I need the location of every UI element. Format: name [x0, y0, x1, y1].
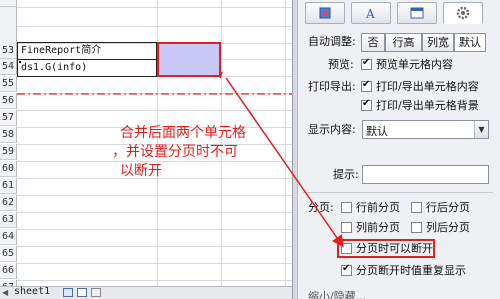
tab-other-attributes[interactable]	[443, 2, 483, 24]
hint-label: 提示:	[333, 168, 359, 181]
panel-divider[interactable]	[293, 0, 298, 299]
sheet-nav-icon[interactable]: ◀	[2, 288, 8, 297]
row-divider	[17, 246, 292, 247]
display-content-select[interactable]: 默认 ▼	[362, 120, 489, 139]
svg-text:A: A	[365, 7, 375, 21]
repeat-on-break-label: 分页断开时值重复显示	[356, 264, 466, 277]
page-break-line	[17, 93, 292, 95]
auto-adjust-no-button[interactable]: 否	[361, 33, 385, 52]
page-before-row-checkbox[interactable]	[341, 202, 352, 213]
display-content-value: 默认	[366, 125, 388, 138]
page-before-row-label: 行前分页	[356, 201, 400, 214]
tab-font[interactable]: A	[351, 2, 391, 24]
pagination-label: 分页:	[308, 201, 334, 214]
add-sheet-icon[interactable]	[63, 288, 73, 297]
auto-adjust-col-width-button[interactable]: 列宽	[422, 33, 454, 52]
sheet-tab-bar: ◀ sheet1	[0, 286, 292, 299]
row-divider	[17, 110, 292, 111]
row-header-59[interactable]: 59	[0, 144, 17, 160]
print-content-label: 打印/导出单元格内容	[376, 80, 479, 93]
cell-marker-icon	[19, 61, 21, 63]
tab-widget[interactable]	[397, 2, 437, 24]
row-header-55[interactable]: 55	[0, 76, 17, 92]
row-divider	[17, 229, 292, 230]
row-header-partial[interactable]	[0, 0, 17, 7]
repeat-on-break-checkbox[interactable]	[341, 263, 352, 276]
print-background-label: 打印/导出单元格背景	[376, 99, 479, 112]
annotation-line-2: ，并设置分页时不可	[112, 144, 238, 160]
style-icon	[319, 7, 331, 19]
widget-icon	[410, 7, 424, 19]
delete-sheet-icon[interactable]	[91, 288, 101, 297]
page-after-row-label: 行后分页	[426, 201, 470, 214]
more-section-label: 缩小/隐藏...	[308, 290, 367, 299]
tab-style[interactable]	[305, 2, 345, 24]
row-header-66[interactable]: 66	[0, 263, 17, 279]
row-divider	[17, 212, 292, 213]
row-divider	[17, 280, 292, 281]
row-header-filler	[0, 7, 17, 43]
print-content-checkbox[interactable]	[361, 79, 372, 92]
preview-option-label: 预览单元格内容	[376, 58, 453, 71]
page-before-col-checkbox[interactable]	[341, 222, 352, 233]
spreadsheet-grid[interactable]: 53 54 55 56 57 58 59 60 61 62 63 64 65 6…	[0, 0, 292, 286]
row-header-60[interactable]: 60	[0, 161, 17, 177]
page-after-col-checkbox[interactable]	[411, 222, 422, 233]
preview-checkbox[interactable]	[361, 57, 372, 70]
sheet-tab[interactable]: sheet1	[14, 286, 50, 297]
break-on-page-label: 分页时可以断开	[356, 242, 433, 255]
row-header-65[interactable]: 65	[0, 246, 17, 262]
insert-sheet-icon[interactable]	[77, 288, 87, 297]
annotation-line-1: 合并后面两个单元格	[120, 125, 246, 141]
row-header-62[interactable]: 62	[0, 195, 17, 211]
cell-a53[interactable]: FineReport简介	[21, 43, 101, 59]
row-header-64[interactable]: 64	[0, 229, 17, 245]
print-export-label: 打印导出:	[308, 80, 356, 93]
break-on-page-checkbox[interactable]	[341, 243, 352, 254]
row-divider	[17, 7, 292, 8]
preview-label: 预览:	[328, 58, 354, 71]
row-header-56[interactable]: 56	[0, 93, 17, 109]
row-header-63[interactable]: 63	[0, 212, 17, 228]
row-divider	[17, 26, 292, 27]
row-divider	[17, 263, 292, 264]
chevron-down-icon: ▼	[474, 121, 488, 138]
page-before-col-label: 列前分页	[356, 221, 400, 234]
row-header-57[interactable]: 57	[0, 110, 17, 126]
auto-adjust-row-height-button[interactable]: 行高	[385, 33, 422, 52]
selected-cell-range[interactable]	[157, 42, 221, 77]
row-divider	[17, 195, 292, 196]
cell-attribute-panel: A 自动调整: 否 行高 列宽 默认 预览: 预览单元格内容 打印导出: 打印/…	[292, 0, 500, 299]
row-header-53[interactable]: 53	[0, 43, 17, 59]
section-divider	[303, 192, 493, 193]
row-header-61[interactable]: 61	[0, 178, 17, 194]
annotation-line-3: 以断开	[120, 163, 162, 179]
row-header-58[interactable]: 58	[0, 127, 17, 143]
hint-input[interactable]	[362, 165, 489, 184]
auto-adjust-default-button[interactable]: 默认	[454, 33, 486, 52]
auto-adjust-label: 自动调整:	[308, 35, 356, 48]
display-content-label: 显示内容:	[308, 123, 356, 136]
page-after-col-label: 列后分页	[426, 221, 470, 234]
annotation-note: 合并后面两个单元格 ，并设置分页时不可 以断开	[112, 124, 290, 181]
cell-a54[interactable]: ds1.G(info)	[21, 60, 87, 76]
font-icon: A	[365, 7, 375, 21]
gear-icon	[456, 6, 470, 20]
row-header-54[interactable]: 54	[0, 59, 17, 75]
print-background-checkbox[interactable]	[361, 98, 372, 111]
page-after-row-checkbox[interactable]	[411, 202, 422, 213]
